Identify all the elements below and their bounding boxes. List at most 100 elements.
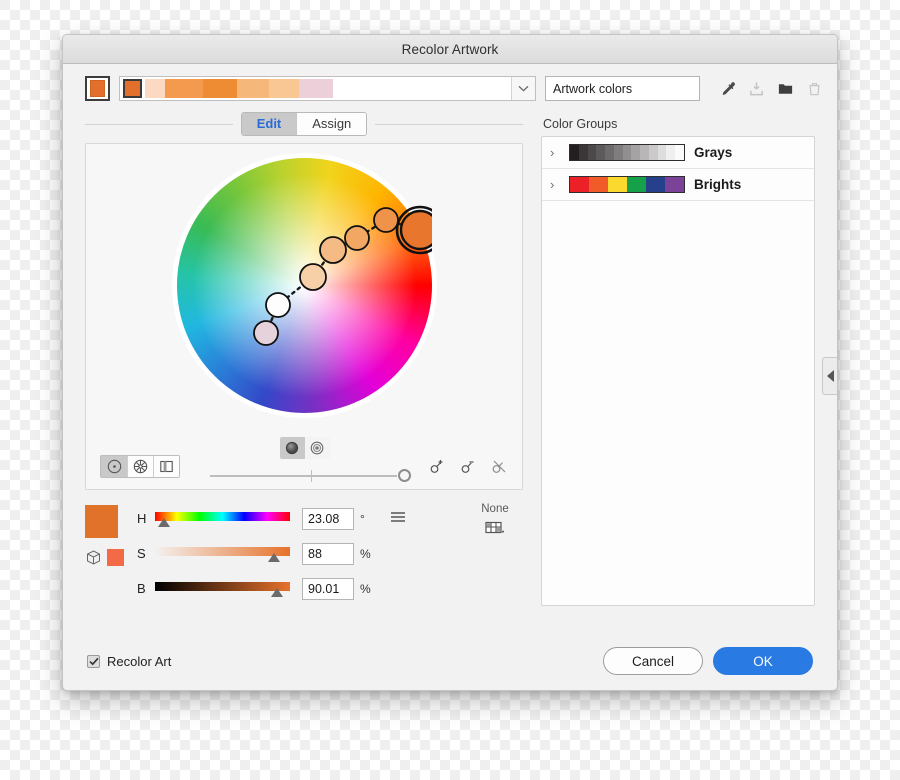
hsb-unit: % [360, 546, 371, 561]
group-swatch [613, 145, 623, 160]
tab-edit[interactable]: Edit [241, 113, 297, 135]
wheel-toolbar [86, 437, 522, 483]
panel-collapse-handle[interactable] [822, 357, 837, 395]
triangle-left-icon [826, 370, 834, 382]
color-groups-panel: Color Groups › Grays › Brights [541, 111, 815, 606]
hsb-slider-rows: H°S% B% [137, 501, 467, 606]
color-marker-layer[interactable] [177, 158, 432, 413]
group-swatch [657, 145, 667, 160]
chevron-right-icon[interactable]: › [550, 177, 560, 192]
segmented-color-wheel-icon[interactable] [127, 455, 153, 477]
group-swatch [631, 145, 641, 160]
combo-dropdown-button[interactable] [511, 77, 535, 100]
hsb-section: H°S% B% None [85, 501, 523, 606]
swatch-item[interactable] [237, 79, 269, 98]
color-limit-column: None [467, 501, 523, 606]
recolor-art-checkbox-wrap[interactable]: Recolor Art [87, 654, 171, 669]
unlink-harmony-icon[interactable] [491, 458, 508, 475]
swatch-item[interactable] [203, 79, 237, 98]
slider-knob[interactable] [270, 587, 283, 597]
hsb-unit: ° [360, 511, 365, 526]
active-color-swatch[interactable] [85, 76, 110, 101]
color-groups-list[interactable]: › Grays › Brights [541, 136, 815, 606]
hsb-value-input-h[interactable] [302, 507, 354, 530]
tabs-right-rule [375, 123, 523, 125]
footer-buttons: Cancel OK [603, 647, 813, 675]
swatch-active[interactable] [123, 79, 142, 98]
slider-center-tick [310, 470, 312, 482]
slider-knob[interactable] [267, 552, 280, 562]
color-preview-swatch[interactable] [85, 505, 118, 538]
slider-knob[interactable] [398, 469, 411, 482]
group-swatch [675, 145, 684, 160]
cancel-button[interactable]: Cancel [603, 647, 703, 675]
color-cube-icon[interactable] [85, 549, 102, 566]
group-swatch [646, 177, 665, 192]
color-limit-label: None [481, 503, 509, 515]
color-name-input[interactable] [545, 76, 700, 101]
tabs-row: Edit Assign [85, 111, 523, 137]
color-group-swatches[interactable] [569, 176, 685, 193]
folder-icon[interactable] [777, 80, 794, 98]
hsb-row-s: S% [137, 536, 467, 571]
add-color-icon[interactable] [429, 458, 446, 475]
color-bars-icon[interactable] [153, 455, 179, 477]
swatch-item[interactable] [269, 79, 299, 98]
hsb-value-input-s[interactable] [302, 542, 354, 565]
out-of-gamut-swatch[interactable] [107, 549, 124, 566]
hsb-slider-h[interactable] [155, 508, 290, 530]
smooth-color-wheel-icon[interactable] [101, 455, 127, 477]
dialog-footer: Recolor Art Cancel OK [63, 632, 837, 690]
chevron-down-icon [518, 85, 529, 92]
color-marker[interactable] [399, 209, 432, 251]
shading-mode-group[interactable] [279, 437, 330, 459]
group-swatch [596, 145, 606, 160]
wheel-size-slider[interactable] [210, 469, 411, 483]
color-group-row[interactable]: › Grays [542, 137, 814, 169]
color-marker[interactable] [264, 292, 291, 318]
group-swatch [605, 145, 614, 160]
dialog-body: Edit Assign H 23.08 ° S 88 % B 90.01 % N… [63, 111, 837, 606]
swatch-item[interactable] [165, 79, 203, 98]
color-group-combo[interactable] [119, 76, 536, 101]
remove-color-icon[interactable] [460, 458, 477, 475]
hsb-row-h: H° [137, 501, 467, 536]
hsb-label: B [137, 581, 146, 596]
edit-assign-tabs[interactable]: Edit Assign [240, 112, 368, 136]
ok-button[interactable]: OK [713, 647, 813, 675]
color-table-icon[interactable] [467, 520, 523, 541]
group-swatch [640, 145, 649, 160]
group-swatch [666, 145, 676, 160]
harmony-tool-group [429, 458, 508, 475]
save-colors-icon [750, 81, 763, 95]
dialog-title: Recolor Artwork [401, 41, 499, 57]
current-swatch-strip[interactable] [120, 77, 511, 100]
wheel-view-mode-group[interactable] [100, 454, 180, 478]
hamburger-menu-icon[interactable] [390, 510, 406, 528]
color-marker[interactable] [318, 236, 347, 264]
recolor-art-checkbox[interactable] [87, 654, 100, 668]
chevron-right-icon[interactable]: › [550, 145, 560, 160]
swatch-item[interactable] [145, 79, 165, 98]
group-swatch [608, 177, 627, 192]
color-marker[interactable] [343, 225, 370, 251]
saturation-shade-icon[interactable] [279, 437, 305, 459]
color-marker[interactable] [252, 320, 279, 346]
tabs-left-rule [85, 123, 233, 125]
color-group-swatches[interactable] [569, 144, 685, 161]
hsb-value-input-b[interactable] [302, 577, 354, 600]
hsb-slider-s[interactable] [155, 543, 290, 565]
eyedropper-icon[interactable] [719, 80, 736, 98]
swatch-item[interactable] [299, 79, 333, 98]
group-swatch [589, 177, 608, 192]
tab-assign[interactable]: Assign [296, 113, 367, 135]
group-swatch [570, 145, 579, 160]
hsb-slider-b[interactable] [155, 578, 290, 600]
group-swatch [587, 145, 597, 160]
color-marker[interactable] [298, 263, 327, 291]
brightness-shade-icon[interactable] [304, 437, 330, 459]
color-group-row[interactable]: › Brights [542, 169, 814, 201]
slider-knob[interactable] [158, 517, 171, 527]
hsb-preview-column [85, 501, 137, 606]
color-marker[interactable] [372, 207, 399, 233]
